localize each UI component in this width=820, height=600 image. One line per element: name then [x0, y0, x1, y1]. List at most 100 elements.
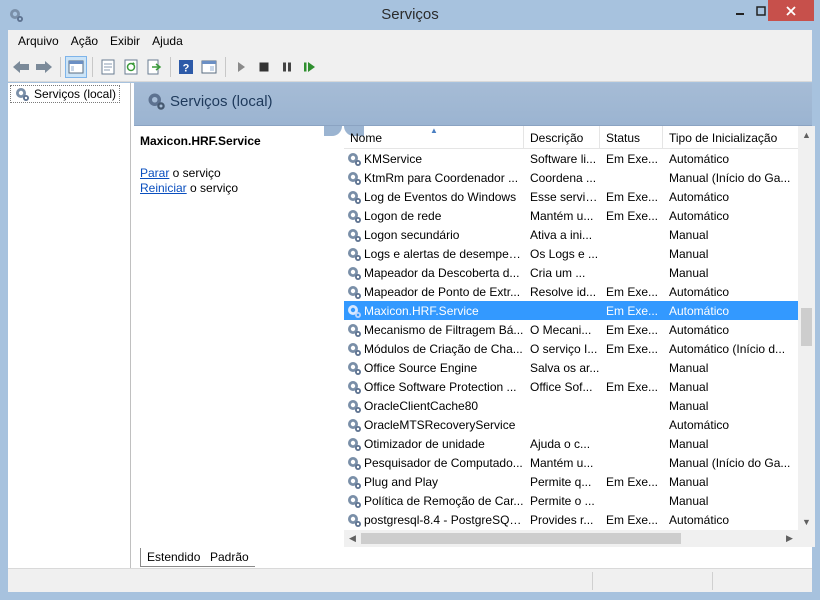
table-row[interactable]: Política de Remoção de Car... Permite o .…: [344, 491, 798, 510]
table-row[interactable]: Maxicon.HRF.Service Em Exe... Automático: [344, 301, 798, 320]
table-row[interactable]: Mecanismo de Filtragem Bá... O Mecani... E…: [344, 320, 798, 339]
cell-startup-type: Manual: [669, 360, 709, 375]
service-gear-icon: [348, 171, 361, 185]
selected-service-name: Maxicon.HRF.Service: [140, 134, 261, 148]
play-icon: [238, 61, 245, 72]
table-row[interactable]: OracleClientCache80 Manual: [344, 396, 798, 415]
service-name-text: Mapeador de Ponto de Extr...: [364, 284, 521, 299]
minimize-button[interactable]: [726, 0, 754, 21]
menu-exibir[interactable]: Exibir: [104, 34, 146, 48]
table-row[interactable]: Logon secundário Ativa a ini... Manual: [344, 225, 798, 244]
table-row[interactable]: Otimizador de unidade Ajuda o c... Manual: [344, 434, 798, 453]
cell-status: Em Exe...: [606, 474, 659, 489]
cell-startup-type: Automático: [669, 284, 730, 299]
cell-startup-type: Automático: [669, 512, 730, 527]
table-row[interactable]: OracleMTSRecoveryService Automático: [344, 415, 798, 434]
table-row[interactable]: KMService Software li... Em Exe... Automáti…: [344, 149, 798, 168]
service-name-text: postgresql-8.4 - PostgreSQL...: [364, 512, 524, 527]
table-row[interactable]: Office Software Protection ... Office Sof…: [344, 377, 798, 396]
service-gear-icon: [348, 513, 361, 527]
status-segment: [712, 572, 713, 590]
table-row[interactable]: KtmRm para Coordenador ... Coordena ... Ma…: [344, 168, 798, 187]
menu-acao[interactable]: Ação: [65, 34, 104, 48]
cell-startup-type: Manual: [669, 227, 709, 242]
tab-standard[interactable]: Padrão: [204, 548, 255, 567]
scroll-left-icon[interactable]: ◀: [344, 530, 361, 547]
table-row[interactable]: Módulos de Criação de Cha... O serviço I.…: [344, 339, 798, 358]
cell-status: Em Exe...: [606, 379, 659, 394]
horizontal-scrollbar[interactable]: ◀ ▶: [344, 530, 798, 547]
show-hide-console-tree-button[interactable]: [65, 55, 87, 78]
refresh-button[interactable]: [120, 56, 142, 78]
column-header-label: Descrição: [530, 131, 584, 145]
cell-status: Em Exe...: [606, 208, 659, 223]
start-service-button[interactable]: [230, 56, 252, 78]
close-button[interactable]: [768, 0, 814, 21]
cell-name: Módulos de Criação de Cha...: [344, 341, 524, 357]
action-pane-button[interactable]: [198, 56, 220, 78]
column-header-name[interactable]: ▲ Nome: [344, 126, 524, 149]
horizontal-scroll-thumb[interactable]: [361, 533, 681, 544]
cell-startup-type: Manual: [669, 436, 709, 451]
cell-name: Maxicon.HRF.Service: [344, 303, 524, 319]
table-row[interactable]: Plug and Play Permite q... Em Exe... Manual: [344, 472, 798, 491]
scroll-up-icon[interactable]: ▲: [798, 126, 815, 143]
table-row[interactable]: Mapeador da Descoberta d... Cria um ... Ma…: [344, 263, 798, 282]
export-list-button[interactable]: [143, 56, 165, 78]
services-gear-icon: [16, 88, 29, 101]
table-row[interactable]: Mapeador de Ponto de Extr... Resolve id..…: [344, 282, 798, 301]
service-gear-icon: [348, 209, 361, 223]
back-button[interactable]: [10, 56, 32, 78]
table-row[interactable]: Pesquisador de Computado... Mantém u... Ma…: [344, 453, 798, 472]
cell-startup-type: Manual (Início do Ga...: [669, 170, 791, 185]
service-name-text: Política de Remoção de Car...: [364, 493, 524, 508]
column-header-description[interactable]: Descrição: [524, 126, 600, 149]
cell-status: Em Exe...: [606, 189, 659, 204]
console-tree-icon: [68, 60, 84, 73]
cell-name: Logon secundário: [344, 227, 524, 243]
cell-description: Mantém u...: [530, 208, 594, 223]
tree-item-services-local[interactable]: Serviços (local): [10, 85, 121, 103]
maximize-button[interactable]: [754, 0, 768, 21]
cell-name: Logon de rede: [344, 208, 524, 224]
menu-ajuda[interactable]: Ajuda: [146, 34, 189, 48]
status-segment: [592, 572, 593, 590]
menu-arquivo[interactable]: Arquivo: [12, 34, 65, 48]
cell-description: Ativa a ini...: [530, 227, 593, 242]
cell-name: postgresql-8.4 - PostgreSQL...: [344, 512, 524, 528]
stop-service-link[interactable]: Parar: [140, 166, 169, 180]
service-name-text: Módulos de Criação de Cha...: [364, 341, 523, 356]
table-row[interactable]: Logs e alertas de desempen... Os Logs e .…: [344, 244, 798, 263]
vertical-scroll-thumb[interactable]: [801, 308, 812, 346]
stop-service-button[interactable]: [253, 56, 275, 78]
cell-status: Em Exe...: [606, 512, 659, 527]
column-header-status[interactable]: Status: [600, 126, 663, 149]
scroll-right-icon[interactable]: ▶: [781, 530, 798, 547]
table-row[interactable]: Log de Eventos do Windows Esse serviç... E…: [344, 187, 798, 206]
vertical-scrollbar[interactable]: ▲ ▼: [798, 126, 815, 530]
scroll-down-icon[interactable]: ▼: [798, 513, 815, 530]
help-button[interactable]: ?: [175, 56, 197, 78]
service-gear-icon: [348, 361, 361, 375]
cell-description: Software li...: [530, 151, 597, 166]
service-gear-icon: [348, 266, 361, 280]
restart-service-link[interactable]: Reiniciar: [140, 181, 187, 195]
restart-service-button[interactable]: [299, 56, 321, 78]
cell-name: Logs e alertas de desempen...: [344, 246, 524, 262]
pause-service-button[interactable]: [276, 56, 298, 78]
table-row[interactable]: Office Source Engine Salva os ar... Manual: [344, 358, 798, 377]
cell-startup-type: Manual: [669, 246, 709, 261]
cell-name: KMService: [344, 151, 524, 167]
cell-description: Office Sof...: [530, 379, 593, 394]
service-name-text: KtmRm para Coordenador ...: [364, 170, 519, 185]
tab-extended[interactable]: Estendido: [140, 548, 207, 567]
table-row[interactable]: postgresql-8.4 - PostgreSQL... Provides r…: [344, 510, 798, 529]
forward-button[interactable]: [33, 56, 55, 78]
service-name-text: Log de Eventos do Windows: [364, 189, 517, 204]
stop-icon: [259, 62, 269, 71]
properties-button[interactable]: [97, 56, 119, 78]
column-header-startup-type[interactable]: Tipo de Inicialização: [663, 126, 798, 149]
table-row[interactable]: Logon de rede Mantém u... Em Exe... Automát…: [344, 206, 798, 225]
services-window: Serviços Arquivo Ação Exibir Ajuda ? Ser…: [0, 0, 820, 600]
back-arrow-icon: [13, 60, 29, 73]
